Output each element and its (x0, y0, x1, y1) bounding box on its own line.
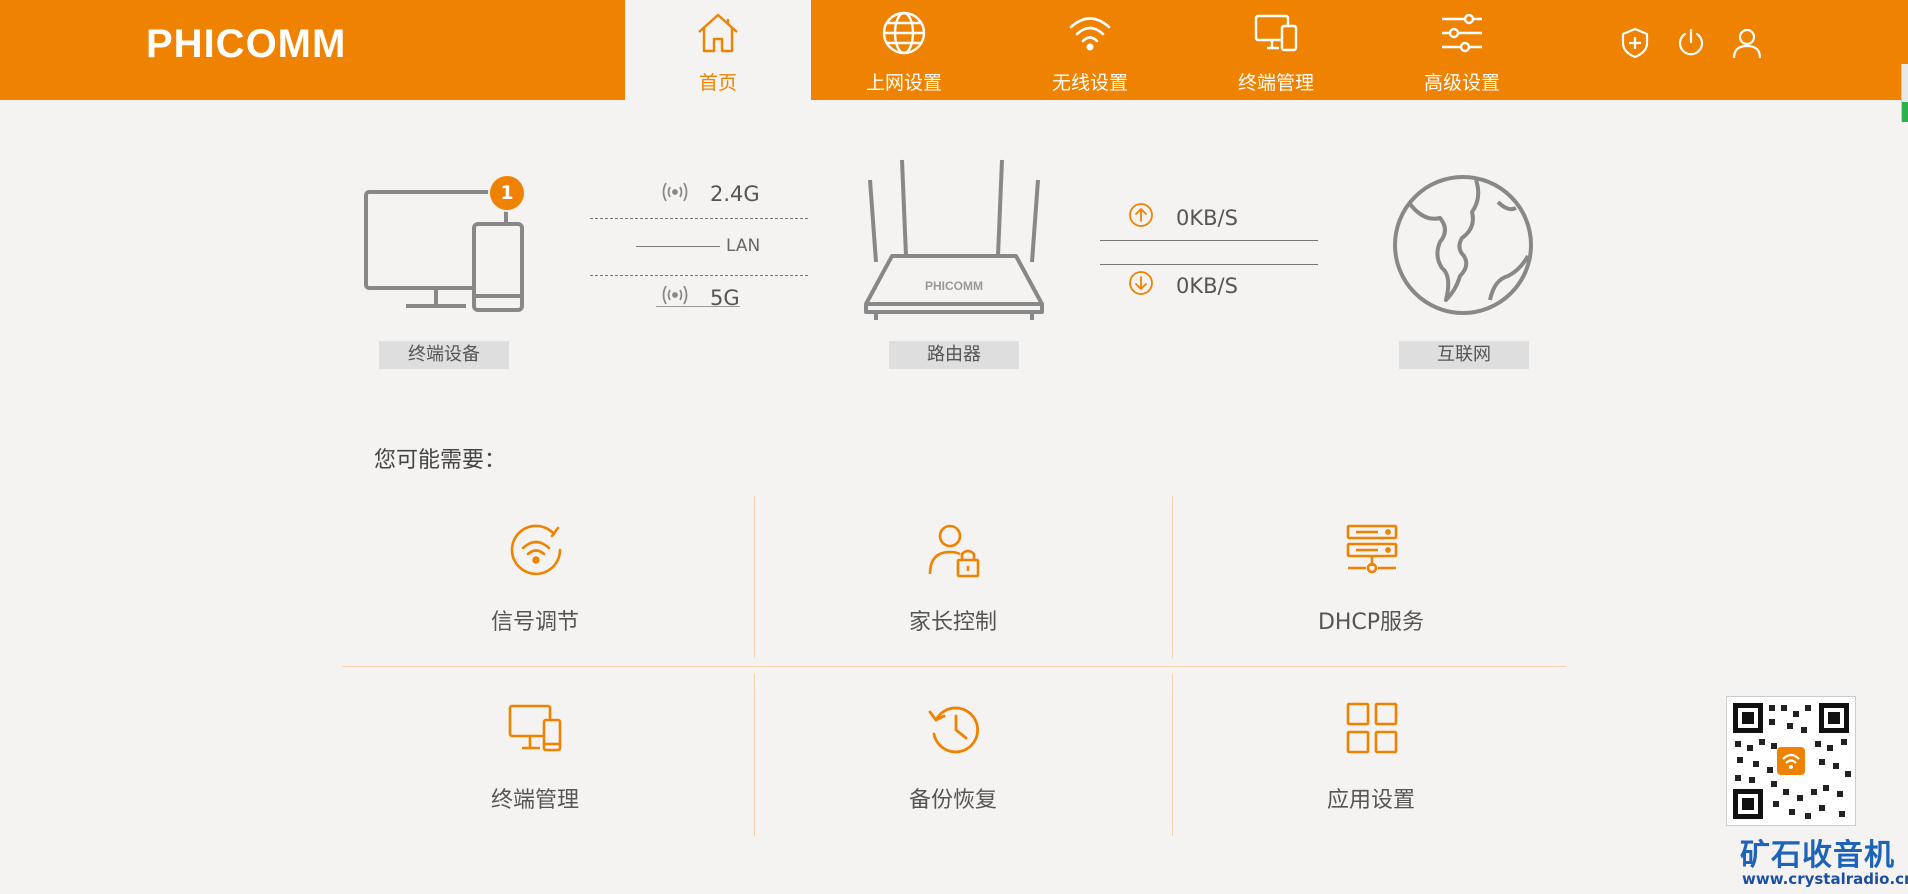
quick-backup-label: 备份恢复 (908, 788, 997, 813)
wan-line-top (1100, 240, 1318, 241)
server-icon (1346, 524, 1398, 574)
tab-home-label: 首页 (698, 72, 737, 94)
globe-icon (882, 11, 926, 55)
wifi5-link-line (590, 275, 808, 276)
apps-grid-icon (1346, 702, 1398, 754)
tab-wireless-settings[interactable]: 无线设置 (997, 0, 1183, 100)
lan-link-line (636, 246, 720, 247)
parental-lock-icon (928, 524, 980, 578)
quick-parental-control[interactable]: 家长控制 (744, 500, 1162, 660)
tab-devices-label: 终端管理 (1237, 72, 1314, 94)
quick-dhcp-service[interactable]: DHCP服务 (1162, 500, 1580, 660)
wan-line-bottom (1100, 264, 1318, 265)
sliders-icon (1442, 13, 1482, 53)
home-icon (698, 13, 738, 53)
upload-arrow-icon (1129, 203, 1153, 227)
quick-app-settings[interactable]: 应用设置 (1162, 678, 1580, 838)
download-speed: 0KB/S (1176, 274, 1238, 298)
tab-wireless-label: 无线设置 (1051, 72, 1128, 94)
user-icon[interactable] (1730, 26, 1764, 60)
quick-signal-adjust[interactable]: 信号调节 (326, 500, 744, 660)
internet-label[interactable]: 互联网 (1399, 341, 1529, 369)
scrollbar[interactable] (1901, 64, 1908, 122)
grid-divider (342, 666, 1566, 667)
history-icon (928, 706, 980, 754)
signal-adjust-icon (510, 524, 562, 576)
tab-internet-label: 上网设置 (865, 72, 942, 94)
quick-signal-label: 信号调节 (490, 610, 579, 635)
tab-device-management[interactable]: 终端管理 (1183, 0, 1369, 100)
quick-apps-label: 应用设置 (1326, 788, 1415, 813)
tab-home[interactable]: 首页 (625, 0, 811, 100)
quick-dhcp-label: DHCP服务 (1317, 610, 1425, 635)
5g-underline (656, 306, 740, 307)
devices-label[interactable]: 终端设备 (379, 341, 509, 369)
lan-label: LAN (726, 236, 761, 256)
phicomm-logo: PHICOMM (146, 22, 347, 66)
devices-icon (508, 704, 562, 752)
router-brand-text: PHICOMM (925, 279, 983, 293)
band-24g-label: 2.4G (710, 182, 760, 206)
power-icon[interactable] (1674, 26, 1708, 60)
wireless-signal-icon (662, 285, 688, 305)
quick-backup-restore[interactable]: 备份恢复 (744, 678, 1162, 838)
watermark-name: 矿石收音机 (1740, 838, 1895, 873)
router-label[interactable]: 路由器 (889, 341, 1019, 369)
tab-internet-settings[interactable]: 上网设置 (811, 0, 997, 100)
top-nav-bar: PHICOMM 首页 上网设置 无线设置 终端管理 高级设置 (0, 0, 1908, 100)
download-arrow-icon (1129, 271, 1153, 295)
shield-plus-icon[interactable] (1618, 26, 1652, 60)
wifi-icon (1069, 17, 1111, 51)
quick-device-management[interactable]: 终端管理 (326, 678, 744, 838)
device-count-badge: 1 (490, 176, 524, 210)
router-icon[interactable]: PHICOMM (862, 156, 1046, 322)
quick-devices-label: 终端管理 (490, 788, 579, 813)
internet-globe-icon[interactable] (1390, 172, 1536, 318)
tab-advanced-label: 高级设置 (1423, 72, 1500, 94)
suggestions-title: 您可能需要： (374, 448, 507, 473)
wireless-signal-icon (662, 182, 688, 202)
devices-icon (1254, 14, 1298, 52)
qr-code-icon (1726, 696, 1856, 826)
watermark-url: www.crystalradio.cn (1742, 870, 1908, 888)
tab-advanced-settings[interactable]: 高级设置 (1369, 0, 1555, 100)
wifi24-link-line (590, 218, 808, 219)
quick-parental-label: 家长控制 (908, 610, 997, 635)
upload-speed: 0KB/S (1176, 206, 1238, 230)
